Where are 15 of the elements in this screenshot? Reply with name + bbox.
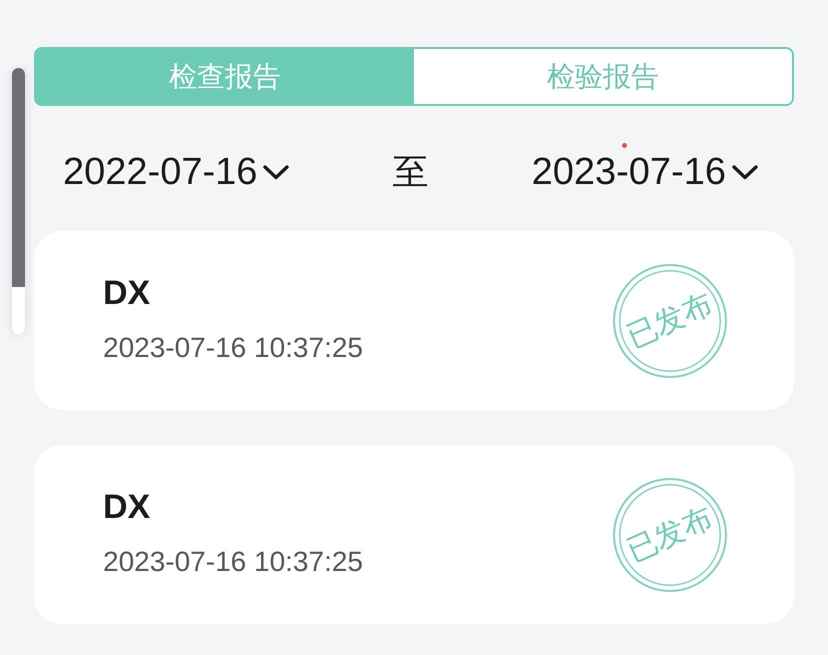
end-date-picker[interactable]: 2023-07-16 bbox=[532, 149, 758, 195]
chevron-down-icon bbox=[732, 164, 758, 180]
volume-slider[interactable] bbox=[12, 68, 25, 335]
status-stamp: 已发布 bbox=[613, 478, 727, 592]
report-time: 2023-07-16 10:37:25 bbox=[103, 544, 363, 578]
status-stamp: 已发布 bbox=[613, 264, 727, 378]
report-time: 2023-07-16 10:37:25 bbox=[103, 330, 363, 364]
date-separator: 至 bbox=[392, 150, 428, 194]
report-title: DX bbox=[103, 272, 152, 312]
start-date-picker[interactable]: 2022-07-16 bbox=[63, 149, 290, 195]
chevron-down-icon bbox=[263, 164, 290, 180]
report-title: DX bbox=[103, 486, 152, 526]
dot-icon bbox=[622, 143, 627, 148]
report-card[interactable]: DX 2023-07-16 10:37:25 已发布 bbox=[34, 231, 794, 410]
report-card[interactable]: DX 2023-07-16 10:37:25 已发布 bbox=[34, 445, 794, 624]
